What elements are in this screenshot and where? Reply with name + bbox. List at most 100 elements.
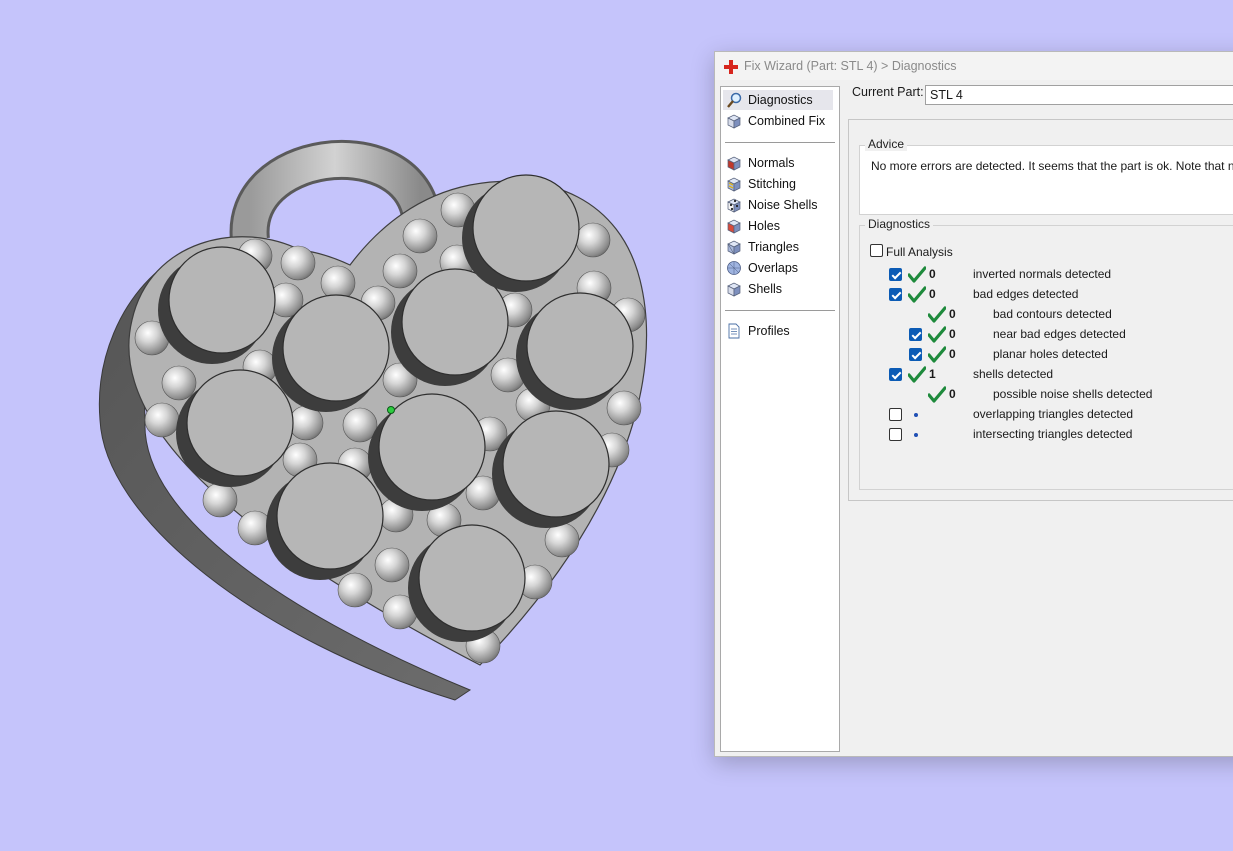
diagnostic-count: 0 xyxy=(949,327,956,341)
wizard-nav-list: Diagnostics Combined Fix Normals Stitching N… xyxy=(720,86,840,752)
overlaps-sphere-icon xyxy=(727,261,741,275)
green-check-icon xyxy=(928,326,946,343)
noise-shells-icon xyxy=(726,197,742,213)
holes-cube-icon xyxy=(727,219,741,234)
green-check-icon xyxy=(908,286,926,303)
holes-cube-icon xyxy=(726,218,742,234)
nav-item-profiles[interactable]: Profiles xyxy=(723,321,833,341)
green-check-icon xyxy=(928,386,946,403)
nav-item-label: Holes xyxy=(748,219,780,233)
bead xyxy=(402,218,438,254)
green-check-icon xyxy=(928,306,946,323)
diagnostic-checkbox[interactable] xyxy=(889,428,902,441)
diagnostic-label: bad edges detected xyxy=(973,287,1079,301)
diagnostic-row: 0 bad contours detected xyxy=(860,304,1233,324)
nav-item-normals[interactable]: Normals xyxy=(723,153,833,173)
title-bar[interactable]: Fix Wizard (Part: STL 4) > Diagnostics xyxy=(715,52,1233,80)
nav-item-noise-shells[interactable]: Noise Shells xyxy=(723,195,833,215)
nav-item-holes[interactable]: Holes xyxy=(723,216,833,236)
current-part-label: Current Part: xyxy=(852,85,924,99)
diagnostic-row: 0 planar holes detected xyxy=(860,344,1233,364)
nav-item-label: Stitching xyxy=(748,177,796,191)
bead xyxy=(280,245,316,281)
document-icon xyxy=(726,323,742,339)
diagnostic-label: inverted normals detected xyxy=(973,267,1112,281)
diagnostic-checkbox[interactable] xyxy=(889,408,902,421)
cube-icon xyxy=(726,113,742,129)
bead xyxy=(374,547,410,583)
diagnostic-count: 0 xyxy=(949,347,956,361)
diagnostic-label: near bad edges detected xyxy=(993,327,1126,341)
diagnostics-group: Diagnostics Full Analysis 0 inverted norm… xyxy=(859,217,1233,490)
diagnostic-checkbox[interactable] xyxy=(889,288,902,301)
3d-viewport[interactable] xyxy=(0,0,700,848)
bead xyxy=(575,222,611,258)
red-cross-icon xyxy=(724,60,738,74)
diagnostic-count: 0 xyxy=(949,307,956,321)
stud xyxy=(472,174,580,282)
pivot-point xyxy=(387,406,395,414)
pending-dot-icon xyxy=(914,433,918,437)
nav-item-triangles[interactable]: Triangles xyxy=(723,237,833,257)
normals-cube-icon xyxy=(727,156,741,171)
diagnostic-count: 1 xyxy=(929,367,936,381)
magnifier-icon xyxy=(727,92,742,108)
stud xyxy=(418,524,526,632)
diagnostic-checkbox[interactable] xyxy=(889,368,902,381)
pending-dot-icon xyxy=(914,413,918,417)
nav-item-shells[interactable]: Shells xyxy=(723,279,833,299)
diagnostic-label: planar holes detected xyxy=(993,347,1108,361)
stud xyxy=(186,369,294,477)
green-check-icon xyxy=(908,266,926,283)
bead xyxy=(144,402,180,438)
diagnostic-label: possible noise shells detected xyxy=(993,387,1153,401)
stitching-cube-icon xyxy=(726,176,742,192)
nav-separator xyxy=(725,142,835,143)
diagnostic-label: intersecting triangles detected xyxy=(973,427,1133,441)
diagnostic-count: 0 xyxy=(949,387,956,401)
stud xyxy=(282,294,390,402)
diagnostics-title: Diagnostics xyxy=(865,217,934,231)
nav-item-label: Profiles xyxy=(748,324,790,338)
magnifier-icon xyxy=(726,92,742,108)
current-part-field[interactable]: STL 4 xyxy=(925,85,1233,105)
diagnostic-count: 0 xyxy=(929,267,936,281)
diagnostic-row: overlapping triangles detected xyxy=(860,404,1233,424)
diagnostic-row: intersecting triangles detected xyxy=(860,424,1233,444)
document-icon xyxy=(728,323,740,339)
advice-text: No more errors are detected. It seems th… xyxy=(871,159,1233,173)
nav-separator xyxy=(725,310,835,311)
noise-shells-icon xyxy=(727,198,741,213)
diagnostic-checkbox[interactable] xyxy=(909,328,922,341)
advice-group: Advice No more errors are detected. It s… xyxy=(859,137,1233,215)
nav-item-label: Combined Fix xyxy=(748,114,826,128)
fix-wizard-dialog: Fix Wizard (Part: STL 4) > Diagnostics D… xyxy=(714,51,1233,757)
stud xyxy=(168,246,276,354)
nav-item-diagnostics[interactable]: Diagnostics xyxy=(723,90,833,110)
stud xyxy=(276,462,384,570)
nav-item-label: Overlaps xyxy=(748,261,799,275)
diagnostic-label: overlapping triangles detected xyxy=(973,407,1134,421)
bead xyxy=(382,253,418,289)
full-analysis-checkbox[interactable] xyxy=(870,244,883,257)
nav-item-combined-fix[interactable]: Combined Fix xyxy=(723,111,833,131)
triangles-cube-icon xyxy=(727,240,741,255)
bead xyxy=(161,365,197,401)
nav-item-label: Triangles xyxy=(748,240,799,254)
diagnostic-count: 0 xyxy=(929,287,936,301)
green-check-icon xyxy=(928,346,946,363)
diagnostic-label: bad contours detected xyxy=(993,307,1112,321)
diagnostic-label: shells detected xyxy=(973,367,1054,381)
diagnostic-checkbox[interactable] xyxy=(889,268,902,281)
diagnostic-row: 0 bad edges detected xyxy=(860,284,1233,304)
bead xyxy=(337,572,373,608)
bead xyxy=(202,482,238,518)
nav-item-overlaps[interactable]: Overlaps xyxy=(723,258,833,278)
nav-item-label: Shells xyxy=(748,282,783,296)
diagnostic-row: 1 shells detected xyxy=(860,364,1233,384)
shells-cube-icon xyxy=(727,282,741,297)
diagnostic-checkbox[interactable] xyxy=(909,348,922,361)
full-analysis-label[interactable]: Full Analysis xyxy=(886,245,953,259)
green-check-icon xyxy=(908,366,926,383)
nav-item-stitching[interactable]: Stitching xyxy=(723,174,833,194)
